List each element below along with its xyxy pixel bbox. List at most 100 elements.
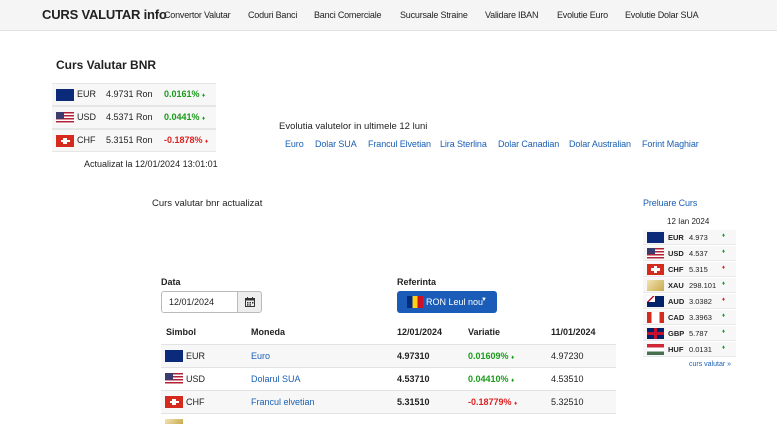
- ca-flag-icon: [647, 312, 664, 323]
- bnr-row-usd: USD 4.5371 Ron 0.0441% ♦: [52, 106, 216, 129]
- bnr-row-eur: EUR 4.9731 Ron 0.0161% ♦: [52, 83, 216, 106]
- row-yesterday-value: 5.32510: [551, 397, 584, 407]
- evolution-link-euro[interactable]: Euro: [285, 139, 304, 149]
- row-change: -0.18779% ♦: [468, 397, 518, 407]
- arrow-up-icon: ♦: [722, 345, 726, 351]
- nav-link-evolutie-euro[interactable]: Evolutie Euro: [557, 10, 608, 20]
- side-row-cad: CAD 3.3963 ♦: [643, 310, 736, 325]
- bnr-updated-timestamp: Actualizat la 12/01/2024 13:01:01: [84, 159, 218, 169]
- main-heading: Curs valutar bnr actualizat: [152, 198, 263, 209]
- table-row: EUR Euro 4.97310 0.01609% ♦ 4.97230: [161, 344, 616, 367]
- side-widget-title[interactable]: Preluare Curs: [643, 198, 697, 208]
- evolution-link-dolar-sua[interactable]: Dolar SUA: [315, 139, 357, 149]
- table-row: CHF Francul elvetian 5.31510 -0.18779% ♦…: [161, 390, 616, 413]
- evolution-link-dolar-canadian[interactable]: Dolar Canadian: [498, 139, 559, 149]
- currency-change: 0.0161% ♦: [164, 89, 206, 99]
- currency-value: 4.5371 Ron: [106, 112, 153, 122]
- row-yesterday-value: 4.53510: [551, 374, 584, 384]
- ro-flag-icon: [407, 296, 423, 308]
- ch-flag-icon: [647, 264, 664, 275]
- row-today-value: 4.97310: [397, 351, 430, 361]
- us-flag-icon: [165, 373, 183, 385]
- currency-value: 4.9731 Ron: [106, 89, 153, 99]
- arrow-down-icon: ♦: [514, 401, 518, 407]
- side-row-chf: CHF 5.315 ♦: [643, 262, 736, 277]
- evolution-link-francul-elvetian[interactable]: Francul Elvetian: [368, 139, 431, 149]
- currency-code: CHF: [77, 135, 96, 145]
- side-row-gbp: GBP 5.787 ♦: [643, 326, 736, 341]
- ch-flag-icon: [165, 396, 183, 408]
- top-navbar: CURS VALUTAR info Convertor Valutar Codu…: [0, 0, 777, 31]
- reference-currency-value: RON Leul nou: [426, 297, 484, 307]
- table-header-simbol: Simbol: [166, 327, 197, 337]
- table-header-variatie: Variatie: [468, 327, 501, 337]
- date-label: Data: [161, 277, 181, 287]
- side-row-huf: HUF 0.0131 ♦: [643, 342, 736, 357]
- eu-flag-icon: [56, 89, 74, 101]
- table-header-today: 12/01/2024: [397, 327, 443, 337]
- table-header-moneda: Moneda: [251, 327, 286, 337]
- arrow-up-icon: ♦: [511, 355, 515, 361]
- row-currency-link[interactable]: Francul elvetian: [251, 397, 315, 407]
- nav-link-coduri-banci[interactable]: Coduri Banci: [248, 10, 297, 20]
- au-flag-icon: [647, 296, 664, 307]
- nav-link-banci-comerciale[interactable]: Banci Comerciale: [314, 10, 382, 20]
- bnr-row-chf: CHF 5.3151 Ron -0.1878% ♦: [52, 129, 216, 152]
- row-yesterday-value: 4.97230: [551, 351, 584, 361]
- row-today-value: 4.53710: [397, 374, 430, 384]
- evolution-link-forint-maghiar[interactable]: Forint Maghiar: [642, 139, 699, 149]
- ref-label: Referinta: [397, 277, 437, 287]
- side-widget-more-link[interactable]: curs valutar »: [689, 361, 731, 368]
- row-currency-link[interactable]: Euro: [251, 351, 270, 361]
- eu-flag-icon: [165, 350, 183, 362]
- bnr-widget-title: Curs Valutar BNR: [56, 58, 157, 72]
- table-row: USD Dolarul SUA 4.53710 0.04410% ♦ 4.535…: [161, 367, 616, 390]
- row-currency-link[interactable]: Dolarul SUA: [251, 374, 301, 384]
- calendar-icon: [245, 297, 255, 307]
- currency-code: USD: [77, 112, 97, 122]
- currency-code: EUR: [77, 89, 97, 99]
- calendar-button[interactable]: [237, 291, 262, 313]
- arrow-up-icon: ♦: [202, 93, 206, 99]
- date-input[interactable]: [161, 291, 239, 313]
- evolution-title: Evolutia valutelor in ultimele 12 luni: [279, 121, 428, 132]
- side-widget-date: 12 Ian 2024: [667, 217, 710, 226]
- nav-link-sucursale[interactable]: Sucursale Straine: [400, 10, 468, 20]
- arrow-up-icon: ♦: [511, 378, 515, 384]
- currency-value: 5.3151 Ron: [106, 135, 153, 145]
- side-row-xau: XAU 298.101 ♦: [643, 278, 736, 293]
- nav-link-evolutie-dolar[interactable]: Evolutie Dolar SUA: [625, 10, 699, 20]
- chevron-down-icon: ▼: [481, 297, 487, 303]
- row-code: CHF: [186, 397, 205, 407]
- reference-currency-dropdown[interactable]: RON Leul nou ▼: [397, 291, 497, 313]
- nav-link-validare-iban[interactable]: Validare IBAN: [485, 10, 538, 20]
- arrow-down-icon: ♦: [722, 265, 726, 271]
- eu-flag-icon: [647, 232, 664, 243]
- us-flag-icon: [647, 248, 664, 259]
- evolution-link-lira-sterlina[interactable]: Lira Sterlina: [440, 139, 487, 149]
- us-flag-icon: [56, 112, 74, 124]
- side-row-eur: EUR 4.973 ♦: [643, 230, 736, 245]
- arrow-up-icon: ♦: [202, 116, 206, 122]
- currency-change: 0.0441% ♦: [164, 112, 206, 122]
- table-header-yesterday: 11/01/2024: [551, 327, 596, 337]
- arrow-down-icon: ♦: [722, 297, 726, 303]
- row-change: 0.01609% ♦: [468, 351, 515, 361]
- side-row-aud: AUD 3.0382 ♦: [643, 294, 736, 309]
- arrow-up-icon: ♦: [722, 313, 726, 319]
- ch-flag-icon: [56, 135, 74, 147]
- row-code: USD: [186, 374, 206, 384]
- nav-link-convertor[interactable]: Convertor Valutar: [164, 10, 231, 20]
- table-row-partial: [161, 413, 616, 424]
- row-change: 0.04410% ♦: [468, 374, 515, 384]
- currency-change: -0.1878% ♦: [164, 135, 209, 145]
- arrow-up-icon: ♦: [722, 329, 726, 335]
- evolution-link-dolar-australian[interactable]: Dolar Australian: [569, 139, 631, 149]
- hu-flag-icon: [647, 344, 664, 355]
- arrow-up-icon: ♦: [722, 249, 726, 255]
- brand-logo[interactable]: CURS VALUTAR info: [42, 7, 167, 22]
- side-row-usd: USD 4.537 ♦: [643, 246, 736, 261]
- gold-icon: [647, 280, 664, 291]
- arrow-up-icon: ♦: [722, 233, 726, 239]
- gold-icon: [165, 419, 183, 424]
